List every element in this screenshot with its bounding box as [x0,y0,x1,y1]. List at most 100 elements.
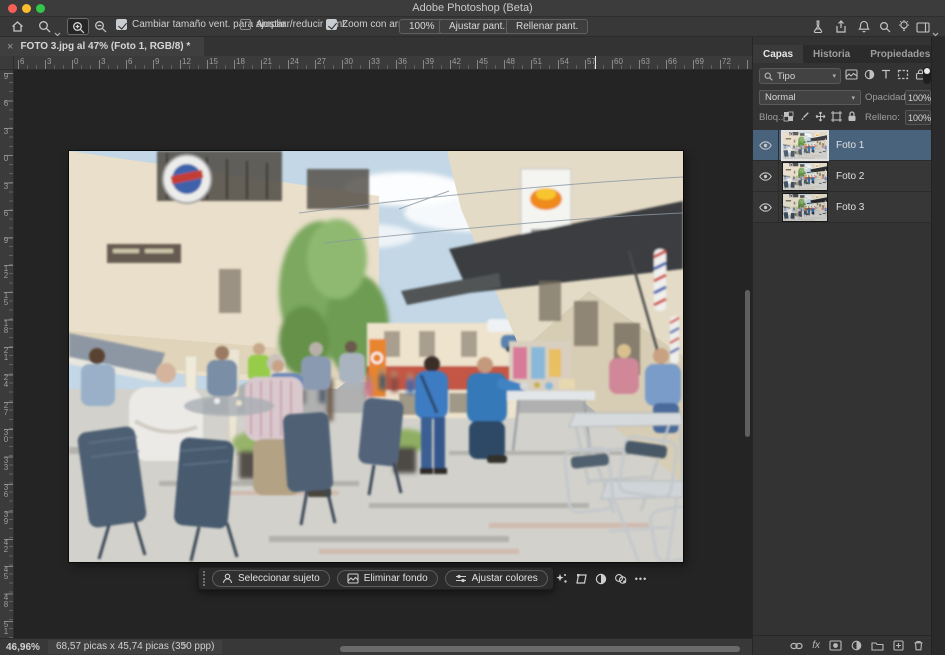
filter-adjustment-layers-icon[interactable] [864,69,875,80]
blend-mode-row: Normal ▾ Opacidad: 100% ▾ [753,90,932,108]
ruler-number: 12 [1,265,11,279]
fill-value-field[interactable]: 100% ▾ [905,110,931,125]
ruler-origin-corner[interactable] [0,56,14,70]
ruler-number: 27 [1,402,11,416]
canvas-area[interactable]: Seleccionar sujeto Eliminar fondo Ajusta… [14,70,752,638]
zoom-in-button[interactable] [67,18,89,35]
zoom-100-button[interactable]: 100% [399,19,445,34]
document-image[interactable] [69,151,683,562]
ruler-number: 36 [398,57,407,66]
generative-sparkle-icon[interactable] [555,570,568,587]
zoom-out-button[interactable] [90,18,112,35]
layers-panel: Capas Historia Propiedades Tipo ▾ Norma [752,37,931,655]
drag-handle-icon[interactable] [203,571,205,586]
lock-row: Bloq.: Relleno: 100% ▾ [753,110,932,128]
ruler-number: 69 [695,57,704,66]
layer-name[interactable]: Foto 1 [836,140,864,151]
new-group-folder-icon[interactable] [871,641,884,651]
street-photo [69,151,683,562]
beta-flask-icon[interactable] [812,20,824,38]
tab-propiedades[interactable]: Propiedades [860,45,940,63]
harmonize-icon[interactable] [614,570,628,587]
lock-pixels-brush-icon[interactable] [799,111,810,122]
adjustment-contrast-icon[interactable] [595,570,607,587]
ruler-number: 51 [1,621,11,635]
horizontal-scrollbar[interactable] [340,646,740,652]
discover-bulb-icon[interactable] [898,20,910,38]
workspace-icon[interactable] [916,20,930,38]
transform-icon[interactable] [575,570,588,587]
tab-capas[interactable]: Capas [753,45,803,63]
layer-filter-type-select[interactable]: Tipo ▾ [759,68,841,84]
adjust-colors-button[interactable]: Ajustar colores [445,570,548,587]
ruler-number: 63 [641,57,650,66]
opacity-value-field[interactable]: 100% ▾ [905,90,931,105]
zoom-level-field[interactable]: 46,96% [6,642,40,653]
layer-visibility-cell[interactable] [753,161,779,192]
fill-screen-button[interactable]: Rellenar pant. [506,19,588,34]
chevron-down-icon: ▾ [851,94,855,102]
remove-background-button[interactable]: Eliminar fondo [337,570,438,587]
ruler-number: 18 [236,57,245,66]
document-tab[interactable]: × FOTO 3.jpg al 47% (Foto 1, RGB/8) * [0,37,204,56]
layer-thumbnail[interactable] [783,163,827,190]
layer-row[interactable]: Foto 3 [753,192,932,223]
status-chevron-icon[interactable]: > [182,641,188,652]
filter-shape-layers-icon[interactable] [897,69,909,80]
new-layer-icon[interactable] [893,640,904,651]
search-icon[interactable] [879,20,891,38]
ruler-number: 3 [1,128,11,135]
layer-filter-toggle[interactable] [923,67,931,84]
layer-mask-icon[interactable] [829,640,842,651]
layer-row[interactable]: Foto 1 [753,130,932,161]
filter-type-layers-icon[interactable] [881,69,891,80]
notifications-bell-icon[interactable] [858,20,870,38]
layer-row[interactable]: Foto 2 [753,161,932,192]
lock-all-icon[interactable] [847,111,857,122]
lock-transparency-icon[interactable] [783,111,794,122]
contextual-task-bar[interactable]: Seleccionar sujeto Eliminar fondo Ajusta… [198,567,554,590]
vertical-ruler[interactable]: 96303691215182124273033363942454851 [0,70,14,638]
filter-pixel-layers-icon[interactable] [845,69,858,80]
ruler-number: 3 [101,57,105,66]
lock-artboard-icon[interactable] [831,111,842,122]
ruler-number: 9 [1,73,11,80]
link-layers-icon[interactable] [790,641,803,651]
layer-effects-icon[interactable]: fx [812,640,820,651]
fit-screen-button[interactable]: Ajustar pant. [439,19,515,34]
ruler-number: 6 [1,210,11,217]
layer-name[interactable]: Foto 3 [836,202,864,213]
adjustment-layer-icon[interactable] [851,640,862,651]
horizontal-ruler[interactable]: 6303691215182124273033363942454851545760… [14,56,752,70]
ruler-number: 36 [1,484,11,498]
layer-visibility-cell[interactable] [753,192,779,223]
ruler-number: 66 [668,57,677,66]
more-options-icon[interactable]: ••• [635,574,647,584]
ruler-number: 72 [722,57,731,66]
layer-thumbnail[interactable] [783,194,827,221]
ruler-number: 30 [1,429,11,443]
street-photo [783,132,827,159]
home-icon[interactable] [11,20,24,38]
blend-mode-select[interactable]: Normal ▾ [759,90,861,105]
vertical-scrollbar[interactable] [745,290,750,437]
layer-visibility-cell[interactable] [753,130,779,161]
lock-position-icon[interactable] [815,111,826,122]
tab-historia[interactable]: Historia [803,45,860,63]
delete-layer-trash-icon[interactable] [913,640,924,651]
checkbox-box [116,19,127,30]
ruler-number: 6 [1,100,11,107]
zoom-tool-icon[interactable] [38,20,51,38]
button-label: Eliminar fondo [364,573,428,584]
ruler-number: 6 [20,57,24,66]
checkbox-box [240,19,251,30]
close-tab-icon[interactable]: × [7,41,13,53]
share-icon[interactable] [835,20,847,38]
select-subject-button[interactable]: Seleccionar sujeto [212,570,330,587]
layer-thumbnail[interactable] [783,132,827,159]
button-label: Ajustar colores [472,573,538,584]
ruler-number: 27 [317,57,326,66]
layer-name[interactable]: Foto 2 [836,171,864,182]
chevron-down-icon: ▾ [832,72,836,80]
eye-icon [759,172,772,181]
